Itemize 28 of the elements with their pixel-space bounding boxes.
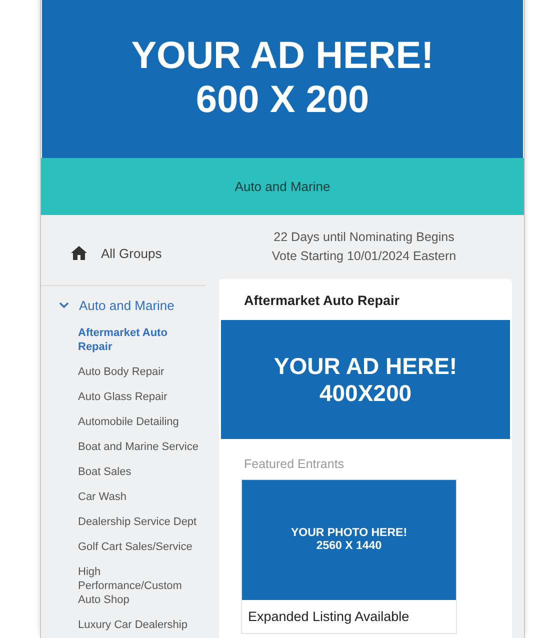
ad-text: 400X200	[319, 380, 412, 406]
chevron-icon	[59, 302, 69, 309]
category-link[interactable]: Car Wash	[41, 485, 206, 510]
category-link[interactable]: Automobile Detailing	[41, 410, 206, 435]
category-link[interactable]: Boat Sales	[41, 460, 206, 485]
home-icon	[71, 246, 87, 260]
category-link[interactable]: High Performance/Custom Auto Shop	[41, 560, 206, 613]
featured-heading: Featured Entrants	[244, 457, 346, 471]
countdown-text: Vote Starting 10/01/2024 Eastern	[272, 248, 456, 265]
group-toggle[interactable]: Auto and Marine	[41, 286, 206, 321]
placeholder-text: 2560 X 1440	[316, 540, 382, 554]
placeholder-text: YOUR PHOTO HERE!	[290, 526, 408, 540]
group-title: Auto and Marine	[234, 179, 330, 194]
ad-text: YOUR AD HERE!	[131, 35, 434, 79]
category-link[interactable]: Golf Cart Sales/Service	[41, 535, 206, 560]
entrant-caption: Expanded Listing Available	[247, 608, 410, 626]
category-link[interactable]: Luxury Car Dealership	[41, 613, 206, 638]
ad-text: YOUR AD HERE!	[274, 353, 458, 380]
category-link[interactable]: Auto Body Repair	[41, 360, 206, 385]
countdown-text: 22 Days until Nominating Begins	[274, 229, 454, 246]
entrant-card[interactable]: YOUR PHOTO HERE! 2560 X 1440 Expanded Listing Available	[241, 479, 457, 634]
category-link[interactable]: Boat and Marine Service	[41, 435, 206, 460]
category-link[interactable]: Auto Glass Repair	[41, 385, 206, 410]
ad-text: 600 X 200	[196, 79, 370, 123]
category-title: Aftermarket Auto Repair	[244, 293, 401, 308]
category-link[interactable]: Aftermarket Auto Repair	[41, 321, 206, 360]
all-groups-link[interactable]: All Groups	[41, 221, 206, 286]
category-link[interactable]: Dealership Service Dept	[41, 510, 206, 535]
